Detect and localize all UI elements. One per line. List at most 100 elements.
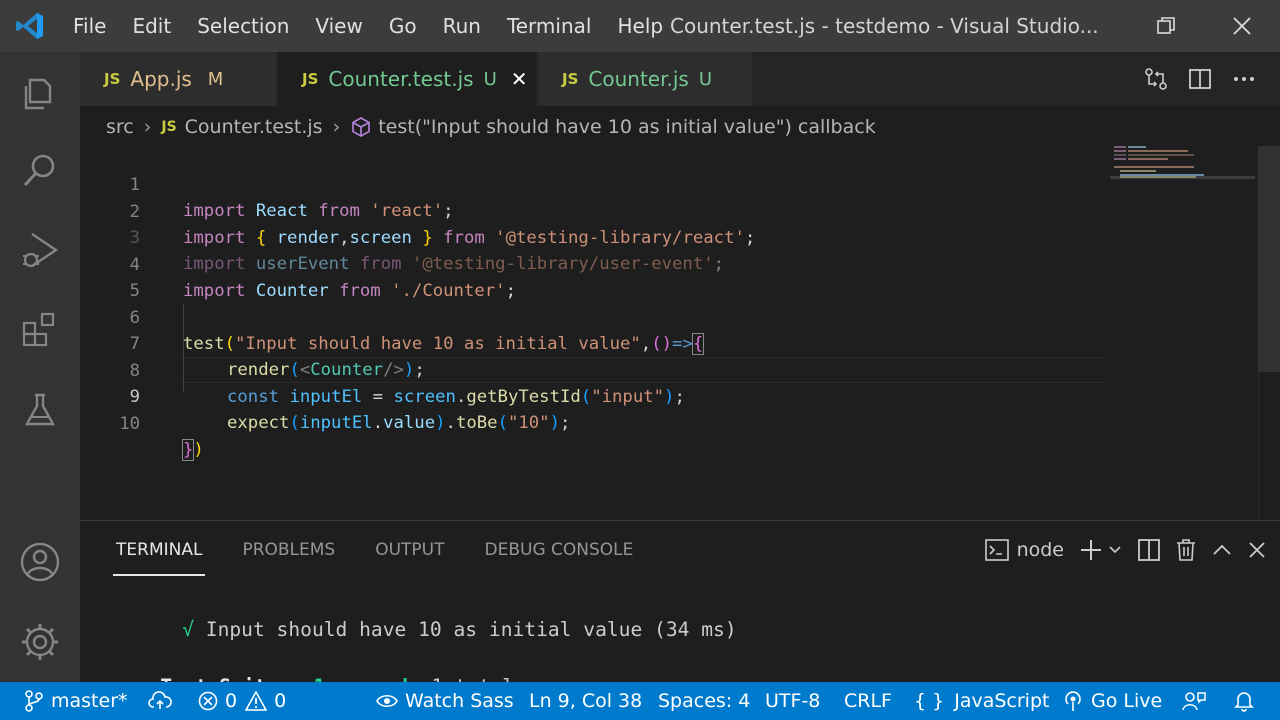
tab-label: Counter.test.js: [328, 67, 474, 91]
language-mode-status[interactable]: { } JavaScript: [914, 682, 1049, 720]
vscode-logo-icon: [0, 0, 60, 52]
encoding-status[interactable]: UTF-8: [765, 682, 820, 720]
notifications-button[interactable]: [1234, 682, 1261, 720]
code-editor[interactable]: 1 import React from 'react'; 2 import { …: [80, 146, 1280, 520]
restore-icon: [1157, 17, 1175, 34]
js-file-icon: JS: [302, 70, 319, 88]
split-editor-icon: [1138, 539, 1160, 561]
code-line: 8 const inputEl = screen.getByTestId("in…: [80, 332, 1110, 407]
tab-label: Counter.js: [588, 67, 689, 91]
git-branch-status[interactable]: master*: [24, 682, 128, 720]
js-file-icon: JS: [161, 119, 177, 135]
sync-icon: [148, 691, 172, 709]
terminal-selector[interactable]: node: [984, 539, 1064, 561]
cursor-position[interactable]: Ln 9, Col 38: [529, 682, 642, 720]
untracked-badge: U: [483, 68, 497, 90]
editor-actions: [1134, 52, 1266, 106]
breadcrumb-symbol[interactable]: test("Input should have 10 as initial va…: [378, 116, 876, 138]
more-actions-button[interactable]: [1222, 67, 1266, 91]
breadcrumb-folder[interactable]: src: [106, 116, 134, 138]
braces-icon: { }: [914, 690, 945, 712]
go-live-button[interactable]: Go Live: [1062, 682, 1162, 720]
tab-counter-js[interactable]: JS Counter.js U: [538, 52, 752, 106]
broadcast-icon: [1065, 691, 1081, 711]
code-line: 5: [80, 252, 1110, 301]
new-terminal-button[interactable]: [1080, 539, 1122, 561]
code-line: 3 import userEvent from '@testing-librar…: [80, 199, 1110, 274]
js-file-icon: JS: [562, 70, 579, 88]
editor-scrollbar-thumb[interactable]: [1258, 146, 1280, 372]
code-line: 1 import React from 'react';: [80, 146, 1110, 221]
chevron-right-icon: ›: [332, 116, 341, 138]
menu-terminal[interactable]: Terminal: [494, 0, 605, 52]
menu-edit[interactable]: Edit: [119, 0, 184, 52]
code-line: 7 render(<Counter/>);: [80, 305, 1110, 380]
testing-icon: [24, 393, 56, 426]
menu-help[interactable]: Help: [604, 0, 676, 52]
trash-icon: [1177, 539, 1195, 561]
bell-icon: [1234, 692, 1254, 712]
close-window-button[interactable]: [1204, 0, 1280, 52]
tab-app-js[interactable]: JS App.js M: [80, 52, 276, 106]
watch-sass-button[interactable]: Watch Sass: [376, 682, 514, 720]
eye-icon: [376, 694, 398, 708]
feedback-button[interactable]: [1182, 682, 1213, 720]
tab-debug-console[interactable]: DEBUG CONSOLE: [485, 521, 634, 579]
check-icon: √: [182, 618, 194, 641]
tab-problems[interactable]: PROBLEMS: [242, 521, 335, 579]
tab-output[interactable]: OUTPUT: [375, 521, 444, 579]
indentation-status[interactable]: Spaces: 4: [658, 682, 750, 720]
watch-sass-label: Watch Sass: [405, 690, 514, 712]
maximize-panel-button[interactable]: [1212, 540, 1232, 560]
tab-close-button[interactable]: ✕: [511, 67, 528, 91]
breadcrumb: src › JS Counter.test.js › test("Input s…: [80, 106, 1280, 148]
warning-icon: [245, 691, 268, 711]
problems-status[interactable]: 0 0: [198, 682, 286, 720]
compare-changes-button[interactable]: [1134, 67, 1178, 91]
menu-bar: File Edit Selection View Go Run Terminal…: [60, 0, 676, 52]
modified-badge: M: [207, 68, 224, 90]
chevron-down-icon: [1109, 546, 1121, 554]
warning-count: 0: [274, 690, 287, 712]
sync-changes-button[interactable]: [148, 682, 179, 720]
run-debug-button[interactable]: [0, 210, 80, 290]
tab-counter-test-js[interactable]: JS Counter.test.js U ✕: [278, 52, 536, 106]
untracked-badge: U: [698, 68, 712, 90]
split-terminal-button[interactable]: [1138, 539, 1160, 561]
split-editor-button[interactable]: [1178, 67, 1222, 91]
settings-gear-icon: [22, 624, 58, 660]
extensions-icon: [22, 312, 55, 347]
code-line-current: 9 expect(inputEl.value).toBe("10");: [80, 358, 1110, 433]
accounts-button[interactable]: [0, 522, 80, 602]
menu-selection[interactable]: Selection: [184, 0, 302, 52]
search-icon: [23, 154, 55, 187]
menu-run[interactable]: Run: [430, 0, 494, 52]
extensions-button[interactable]: [0, 290, 80, 370]
close-icon: [1249, 542, 1265, 558]
breadcrumb-file[interactable]: Counter.test.js: [185, 116, 323, 138]
tab-terminal[interactable]: TERMINAL: [112, 521, 206, 579]
test-result-text: Input should have 10 as initial value (3…: [205, 618, 737, 641]
js-file-icon: JS: [104, 70, 121, 88]
terminal-icon: [984, 539, 1009, 561]
error-count: 0: [225, 690, 238, 712]
kill-terminal-button[interactable]: [1176, 539, 1196, 561]
error-icon: [198, 691, 218, 711]
menu-file[interactable]: File: [60, 0, 119, 52]
testing-button[interactable]: [0, 370, 80, 450]
minimap[interactable]: [1110, 146, 1255, 186]
chevron-up-icon: [1213, 544, 1231, 555]
language-label: JavaScript: [954, 690, 1050, 712]
close-panel-button[interactable]: [1248, 541, 1266, 559]
search-button[interactable]: [0, 130, 80, 210]
code-line: 10 }): [80, 385, 1110, 461]
restore-window-button[interactable]: [1128, 0, 1204, 52]
panel-tabs: TERMINAL PROBLEMS OUTPUT DEBUG CONSOLE: [80, 521, 673, 579]
code-line: 2 import { render,screen } from '@testin…: [80, 173, 1110, 248]
menu-go[interactable]: Go: [376, 0, 430, 52]
window-title: Counter.test.js - testdemo - Visual Stud…: [670, 14, 1099, 38]
eol-status[interactable]: CRLF: [844, 682, 892, 720]
explorer-button[interactable]: [0, 52, 80, 132]
manage-settings-button[interactable]: [0, 602, 80, 682]
menu-view[interactable]: View: [302, 0, 375, 52]
